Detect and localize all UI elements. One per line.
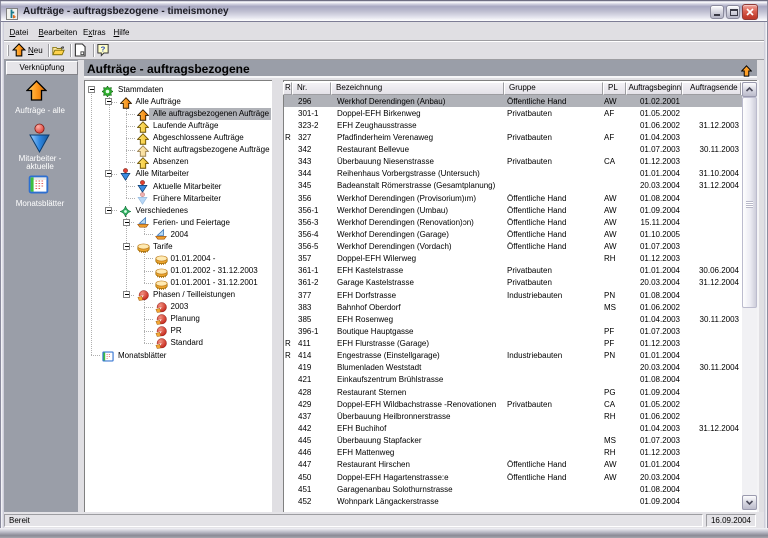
svg-text:?: ? <box>101 45 106 54</box>
